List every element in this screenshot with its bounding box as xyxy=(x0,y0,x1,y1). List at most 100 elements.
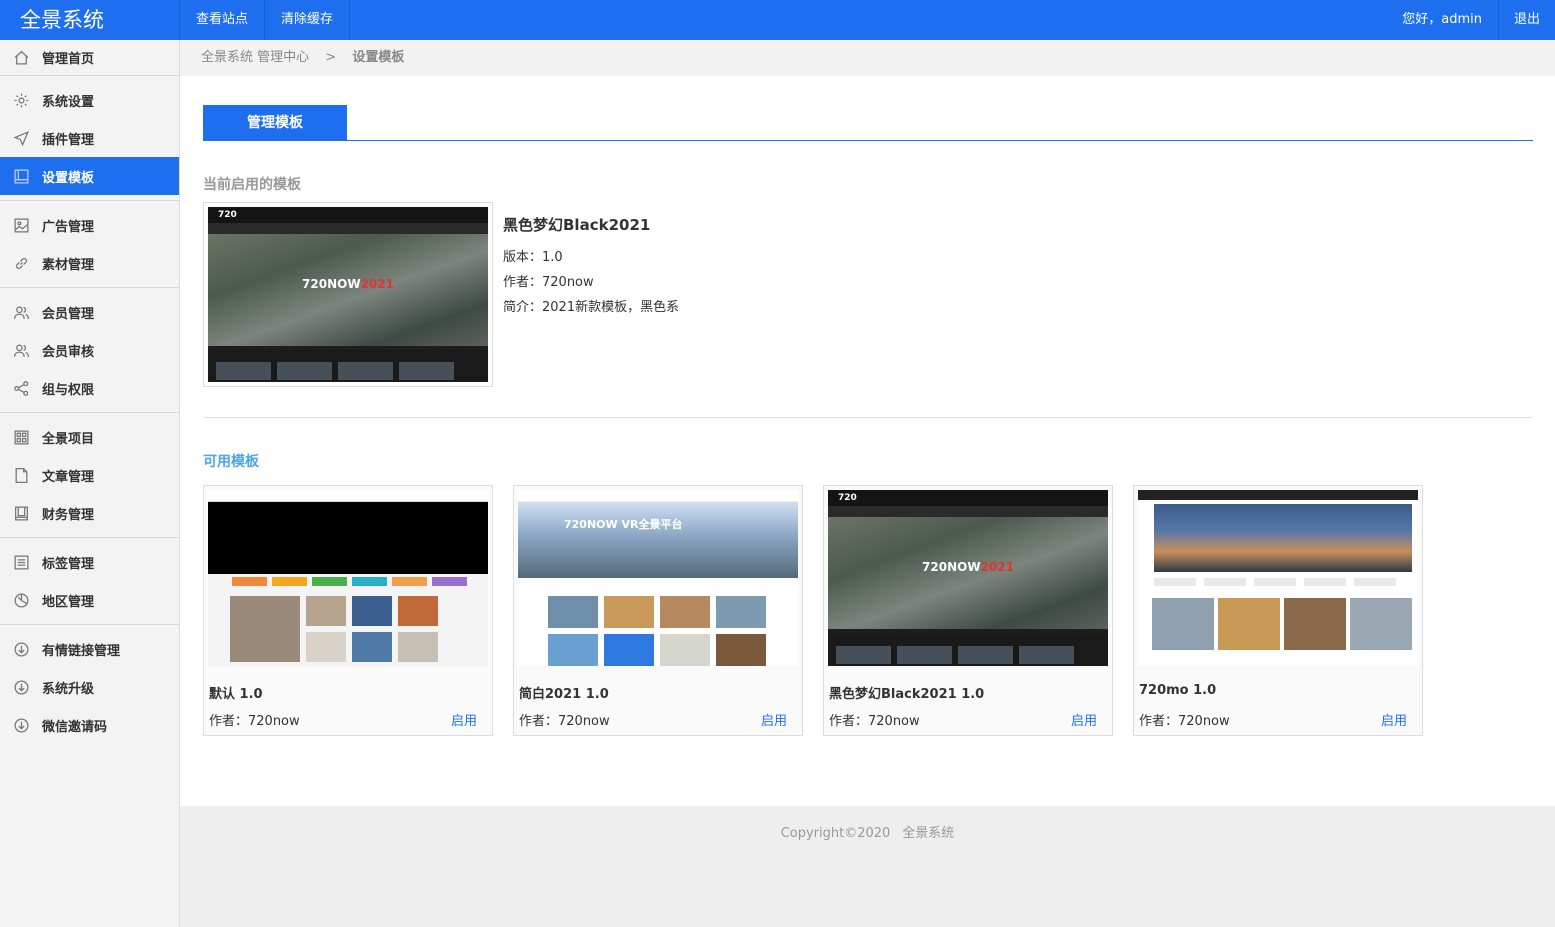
sidebar-item-member-review[interactable]: 会员审核 xyxy=(0,331,179,369)
breadcrumb-root[interactable]: 全景系统 管理中心 xyxy=(201,50,309,65)
sidebar: 管理首页 系统设置 插件管理 设置模板 广告管理 素材管理 会员管理 会员审核 … xyxy=(0,40,180,927)
sidebar-item-label: 广告管理 xyxy=(42,219,95,235)
sidebar-item-regions[interactable]: 地区管理 xyxy=(0,581,179,619)
sidebar-item-label: 标签管理 xyxy=(42,556,95,572)
view-site-link[interactable]: 查看站点 xyxy=(180,0,266,40)
users-icon xyxy=(12,303,30,321)
sidebar-item-label: 素材管理 xyxy=(42,257,95,273)
sidebar-item-articles[interactable]: 文章管理 xyxy=(0,456,179,494)
sidebar-item-dashboard[interactable]: 管理首页 xyxy=(0,40,179,75)
sidebar-item-label: 地区管理 xyxy=(42,594,95,610)
sidebar-group: 有情链接管理 系统升级 微信邀请码 xyxy=(0,625,179,749)
users-icon xyxy=(12,341,30,359)
breadcrumb: 全景系统 管理中心 > 设置模板 xyxy=(180,40,1555,76)
download-circle-icon xyxy=(12,678,30,696)
sidebar-item-label: 有情链接管理 xyxy=(42,643,121,659)
enable-template-button[interactable]: 启用 xyxy=(1381,710,1407,729)
user-greeting: 您好，admin xyxy=(1386,0,1499,40)
list-icon xyxy=(12,553,30,571)
template-manager: 管理模板 当前启用的模板 720 720NOW2021 黑色梦幻Black202… xyxy=(203,105,1533,736)
current-template-author: 作者：720now xyxy=(503,275,594,290)
tab-bar: 管理模板 xyxy=(203,105,1533,141)
sidebar-item-ads[interactable]: 广告管理 xyxy=(0,206,179,244)
sidebar-item-label: 插件管理 xyxy=(42,132,95,148)
sidebar-item-panorama-projects[interactable]: 全景项目 xyxy=(0,418,179,456)
available-templates-list: 默认 1.0 作者：720now 启用 720NOW VR全景平台 简白2021… xyxy=(203,485,1423,736)
template-author: 作者：720now xyxy=(1139,714,1230,729)
enable-template-button[interactable]: 启用 xyxy=(761,710,787,729)
footer-brand: 全景系统 xyxy=(902,826,955,841)
template-card: 720mo 1.0 作者：720now 启用 xyxy=(1133,485,1423,736)
template-thumbnail xyxy=(1138,490,1418,666)
sidebar-item-groups-permissions[interactable]: 组与权限 xyxy=(0,369,179,407)
sidebar-item-templates[interactable]: 设置模板 xyxy=(0,157,179,195)
thumbnail-title: 720NOW VR全景平台 xyxy=(564,518,683,531)
sidebar-item-label: 会员管理 xyxy=(42,306,95,322)
breadcrumb-current: 设置模板 xyxy=(352,50,405,65)
sidebar-item-label: 设置模板 xyxy=(42,170,95,186)
sidebar-item-system-settings[interactable]: 系统设置 xyxy=(0,81,179,119)
current-template-name: 黑色梦幻Black2021 xyxy=(503,216,651,234)
app-logo[interactable]: 全景系统 xyxy=(0,0,180,40)
tab-manage-templates[interactable]: 管理模板 xyxy=(203,105,347,141)
home-icon xyxy=(12,49,30,67)
template-author: 作者：720now xyxy=(829,714,920,729)
top-user-area: 您好，admin 退出 xyxy=(1386,0,1555,40)
sidebar-item-label: 文章管理 xyxy=(42,469,95,485)
current-template-version: 版本：1.0 xyxy=(503,250,563,265)
sidebar-group: 全景项目 文章管理 财务管理 xyxy=(0,413,179,538)
gear-icon xyxy=(12,91,30,109)
template-author: 作者：720now xyxy=(209,714,300,729)
thumbnail-logo: 720 xyxy=(838,493,857,503)
template-thumbnail: 720 720NOW2021 xyxy=(828,490,1108,666)
enable-template-button[interactable]: 启用 xyxy=(1071,710,1097,729)
download-circle-icon xyxy=(12,716,30,734)
grid-icon xyxy=(12,428,30,446)
sidebar-item-members[interactable]: 会员管理 xyxy=(0,293,179,331)
current-template-heading: 当前启用的模板 xyxy=(203,177,301,193)
sidebar-item-system-upgrade[interactable]: 系统升级 xyxy=(0,668,179,706)
send-icon xyxy=(12,129,30,147)
logout-link[interactable]: 退出 xyxy=(1499,0,1555,40)
enable-template-button[interactable]: 启用 xyxy=(451,710,477,729)
template-card: 默认 1.0 作者：720now 启用 xyxy=(203,485,493,736)
thumbnail-title: 720NOW2021 xyxy=(302,277,394,291)
current-template-info: 黑色梦幻Black2021 版本：1.0 作者：720now 简介：2021新款… xyxy=(503,214,679,320)
footer: Copyright©2020 全景系统 xyxy=(180,806,1555,927)
template-thumbnail: 720 720NOW2021 xyxy=(208,207,488,382)
sidebar-item-wechat-invite[interactable]: 微信邀请码 xyxy=(0,706,179,744)
sidebar-item-friend-links[interactable]: 有情链接管理 xyxy=(0,630,179,668)
template-thumbnail: 720NOW VR全景平台 xyxy=(518,490,798,666)
sidebar-group: 广告管理 素材管理 xyxy=(0,201,179,288)
current-template-intro: 简介：2021新款模板，黑色系 xyxy=(503,300,680,315)
top-nav: 查看站点 清除缓存 xyxy=(180,0,351,40)
sidebar-group: 标签管理 地区管理 xyxy=(0,538,179,625)
footer-copyright: Copyright©2020 xyxy=(780,826,891,841)
template-card: 720NOW VR全景平台 简白2021 1.0 作者：720now 启用 xyxy=(513,485,803,736)
sidebar-item-label: 系统设置 xyxy=(42,94,95,110)
sidebar-item-materials[interactable]: 素材管理 xyxy=(0,244,179,282)
sidebar-group: 系统设置 插件管理 设置模板 xyxy=(0,76,179,201)
file-icon xyxy=(12,466,30,484)
sidebar-item-finance[interactable]: 财务管理 xyxy=(0,494,179,532)
sidebar-item-label: 组与权限 xyxy=(42,382,95,398)
section-divider xyxy=(203,417,1533,418)
main-content: 全景系统 管理中心 > 设置模板 管理模板 当前启用的模板 720 720NOW… xyxy=(180,40,1555,806)
template-thumbnail xyxy=(208,490,488,666)
top-bar: 全景系统 查看站点 清除缓存 您好，admin 退出 xyxy=(0,0,1555,40)
template-author: 作者：720now xyxy=(519,714,610,729)
template-name: 720mo 1.0 xyxy=(1139,683,1217,698)
template-name: 默认 1.0 xyxy=(209,687,263,702)
sidebar-item-label: 财务管理 xyxy=(42,507,95,523)
sidebar-item-plugins[interactable]: 插件管理 xyxy=(0,119,179,157)
template-icon xyxy=(12,167,30,185)
current-template-preview: 720 720NOW2021 xyxy=(203,202,493,387)
sidebar-item-label: 系统升级 xyxy=(42,681,95,697)
sidebar-item-label: 微信邀请码 xyxy=(42,719,108,735)
sidebar-item-label: 管理首页 xyxy=(42,52,95,67)
clear-cache-link[interactable]: 清除缓存 xyxy=(265,0,351,40)
breadcrumb-separator: > xyxy=(325,50,337,65)
sidebar-item-tags[interactable]: 标签管理 xyxy=(0,543,179,581)
template-name: 黑色梦幻Black2021 1.0 xyxy=(829,687,985,702)
available-templates-heading: 可用模板 xyxy=(203,454,259,470)
